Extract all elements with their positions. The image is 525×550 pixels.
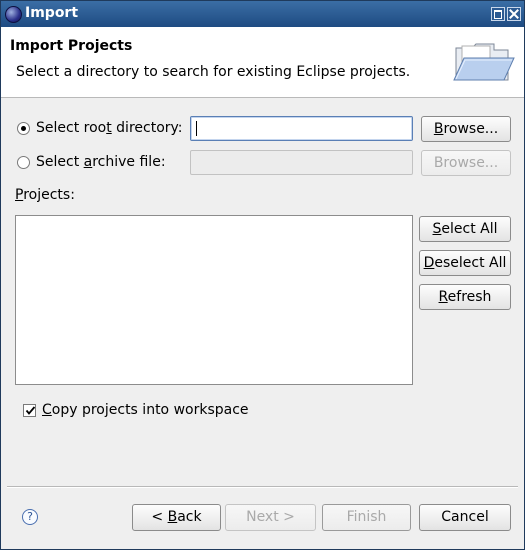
footer-separator xyxy=(7,486,518,488)
back-button[interactable]: < Back xyxy=(132,504,221,531)
root-directory-label[interactable]: Select root directory: xyxy=(36,120,183,136)
projects-list[interactable] xyxy=(15,215,413,385)
root-directory-input[interactable] xyxy=(190,116,413,141)
open-folder-icon xyxy=(453,43,515,81)
copy-projects-label[interactable]: Copy projects into workspace xyxy=(42,402,249,418)
checkmark-icon xyxy=(25,406,36,415)
next-button: Next > xyxy=(225,504,316,531)
archive-file-radio[interactable] xyxy=(17,156,30,169)
cancel-button[interactable]: Cancel xyxy=(419,504,511,531)
finish-button: Finish xyxy=(322,504,411,531)
archive-browse-button: Browse... xyxy=(421,150,511,176)
title-bar[interactable]: Import xyxy=(1,1,524,27)
archive-file-input xyxy=(190,150,413,175)
archive-file-label[interactable]: Select archive file: xyxy=(36,154,166,170)
deselect-all-button[interactable]: Deselect All xyxy=(419,250,511,276)
page-title: Import Projects xyxy=(10,38,133,54)
text-caret xyxy=(196,121,197,136)
maximize-button[interactable] xyxy=(491,7,505,21)
select-all-button[interactable]: Select All xyxy=(419,216,511,242)
copy-projects-checkbox[interactable] xyxy=(23,404,36,417)
page-description: Select a directory to search for existin… xyxy=(16,64,411,80)
wizard-header: Import Projects Select a directory to se… xyxy=(1,27,524,98)
help-icon[interactable]: ? xyxy=(22,509,38,525)
window-title: Import xyxy=(25,5,79,21)
close-button[interactable] xyxy=(507,7,521,21)
import-dialog: Import Import Projects Select a director… xyxy=(0,0,525,550)
root-directory-radio[interactable] xyxy=(17,122,30,135)
refresh-button[interactable]: Refresh xyxy=(419,284,511,310)
root-browse-button[interactable]: Browse... xyxy=(421,116,511,142)
eclipse-icon xyxy=(5,6,22,23)
projects-label: Projects: xyxy=(15,187,75,203)
